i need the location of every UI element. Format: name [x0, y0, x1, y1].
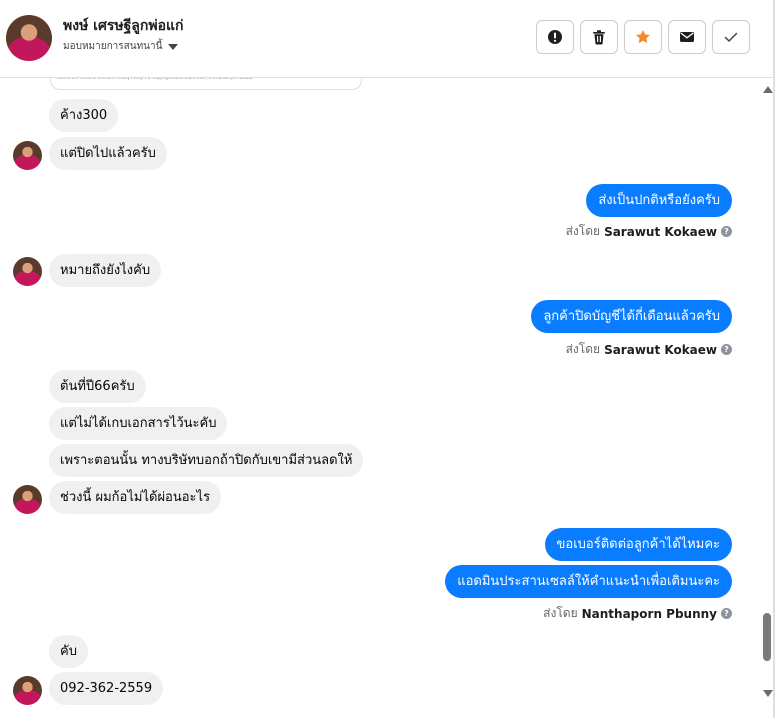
scrollbar-thumb[interactable] [763, 613, 771, 661]
assign-label: มอบหมายการสนทนานี้ [63, 41, 163, 52]
sent-by-label: ส่งโดย Nanthaporn Pbunny ? [543, 604, 732, 623]
sender-avatar[interactable] [13, 676, 42, 705]
sent-by-label: ส่งโดย Sarawut Kokaew ? [566, 222, 732, 241]
message-bubble-outgoing[interactable]: ขอเบอร์ติดต่อลูกค้าได้ไหมคะ [544, 528, 732, 561]
sender-avatar[interactable] [13, 141, 42, 170]
message-bubble-incoming[interactable]: เพราะตอนนั้น ทางบริษัทบอกถ้าปิดกับเขามีส… [49, 444, 364, 477]
spam-button[interactable] [536, 20, 574, 54]
action-toolbar [536, 20, 750, 54]
sent-by-name: Nanthaporn Pbunny [581, 606, 717, 621]
sender-avatar[interactable] [13, 485, 42, 514]
scroll-up-arrow-icon[interactable] [763, 86, 773, 93]
sent-by-prefix: ส่งโดย [565, 342, 601, 356]
message-bubble-incoming[interactable]: 092-362-2559 [49, 672, 164, 705]
message-bubble-incoming[interactable]: แต่ปิดไปแล้วครับ [49, 137, 167, 170]
sent-by-prefix: ส่งโดย [565, 224, 601, 238]
conversation-header: พงษ์ เศรษฐีลูกพ่อแก่ มอบหมายการสนทนานี้ [0, 0, 775, 78]
scroll-down-arrow-icon[interactable] [763, 690, 773, 697]
contact-avatar[interactable] [6, 15, 52, 61]
message-bubble-incoming[interactable]: ช่วงนี้ ผมก้อไม่ได้ผ่อนอะไร [49, 481, 222, 514]
help-icon[interactable]: ? [721, 344, 732, 355]
trash-icon [593, 30, 605, 45]
message-thread[interactable]: Fact to the Terms of Use and Privacy Pol… [0, 78, 760, 718]
message-bubble-incoming[interactable]: ค้าง300 [49, 99, 119, 132]
sent-by-name: Sarawut Kokaew [604, 224, 717, 239]
message-bubble-outgoing[interactable]: แอดมินประสานเซลล์ให้คำแนะนำเพื่อเติมนะคะ [445, 565, 732, 598]
help-icon[interactable]: ? [721, 608, 732, 619]
sent-by-name: Sarawut Kokaew [604, 342, 717, 357]
message-bubble-outgoing[interactable]: ส่งเป็นปกติหรือยังครับ [586, 184, 732, 217]
done-button[interactable] [712, 20, 750, 54]
follow-up-button[interactable] [624, 20, 662, 54]
message-bubble-incoming[interactable]: แต่ไม่ได้เกบเอกสารไว้นะคับ [49, 407, 228, 440]
sent-by-label: ส่งโดย Sarawut Kokaew ? [566, 340, 732, 359]
contact-name[interactable]: พงษ์ เศรษฐีลูกพ่อแก่ [63, 15, 184, 37]
help-icon[interactable]: ? [721, 226, 732, 237]
check-icon [724, 32, 738, 42]
message-bubble-incoming[interactable]: คับ [49, 635, 88, 668]
sent-by-prefix: ส่งโดย [543, 606, 578, 620]
message-bubble-outgoing[interactable]: ลูกค้าปิดบัญชีได้กี่เดือนแล้วครับ [531, 300, 732, 333]
assign-conversation-dropdown[interactable]: มอบหมายการสนทนานี้ [63, 39, 179, 54]
alert-icon [548, 30, 562, 44]
delete-button[interactable] [580, 20, 618, 54]
sender-avatar[interactable] [13, 257, 42, 286]
message-bubble-incoming[interactable]: หมายถึงยังไงคับ [49, 254, 162, 287]
mail-icon [680, 32, 694, 42]
caret-down-icon [168, 43, 179, 50]
message-bubble-incoming[interactable]: ต้นที่ปี66ครับ [49, 370, 146, 403]
star-icon [636, 30, 650, 44]
mark-unread-button[interactable] [668, 20, 706, 54]
link-preview-card[interactable]: Fact to the Terms of Use and Privacy Pol… [50, 78, 362, 90]
